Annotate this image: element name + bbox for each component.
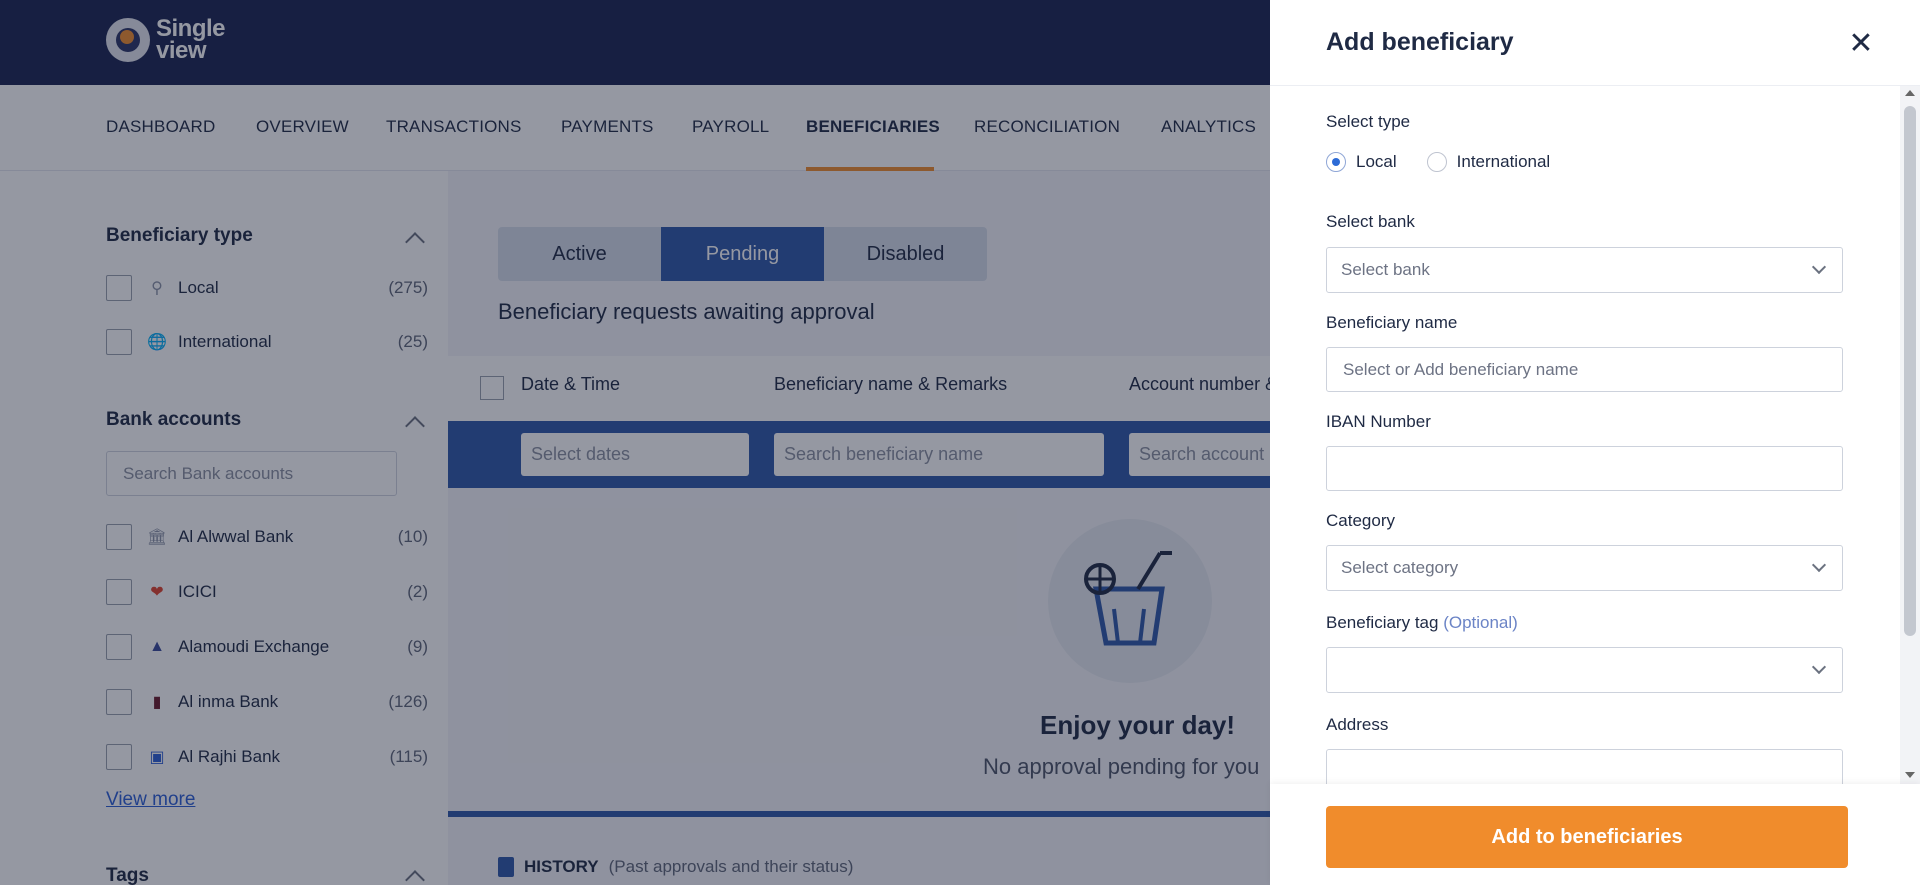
- select-bank-dropdown[interactable]: Select bank: [1326, 247, 1843, 293]
- beneficiary-tag-label: Beneficiary tag (Optional): [1326, 613, 1518, 633]
- tag-label-text: Beneficiary tag: [1326, 613, 1439, 632]
- select-bank-placeholder: Select bank: [1341, 260, 1430, 279]
- beneficiary-name-input[interactable]: Select or Add beneficiary name: [1326, 347, 1843, 392]
- add-beneficiary-drawer: Add beneficiary ✕ Select type Local Inte…: [1270, 0, 1920, 885]
- select-type-label: Select type: [1326, 112, 1411, 131]
- drawer-scrollbar[interactable]: [1900, 86, 1920, 784]
- beneficiary-name-label: Beneficiary name: [1326, 313, 1458, 332]
- chevron-down-icon: [1811, 259, 1827, 275]
- drawer-footer: Add to beneficiaries: [1270, 784, 1920, 885]
- category-placeholder: Select category: [1341, 558, 1459, 577]
- iban-label: IBAN Number: [1326, 412, 1431, 431]
- radio-international-label[interactable]: International: [1457, 152, 1551, 172]
- chevron-down-icon: [1811, 557, 1827, 573]
- chevron-down-icon: [1811, 659, 1827, 675]
- drawer-header: Add beneficiary ✕: [1270, 0, 1920, 86]
- scroll-down-arrow-icon[interactable]: [1905, 772, 1915, 778]
- radio-international[interactable]: [1426, 152, 1447, 172]
- add-to-beneficiaries-button[interactable]: Add to beneficiaries: [1326, 806, 1848, 868]
- radio-local-label[interactable]: Local: [1356, 152, 1397, 172]
- select-bank-label: Select bank: [1326, 212, 1415, 231]
- category-dropdown[interactable]: Select category: [1326, 545, 1843, 591]
- modal-backdrop[interactable]: [0, 0, 1270, 885]
- close-icon[interactable]: ✕: [1846, 27, 1876, 60]
- type-radio-group: Local International: [1326, 152, 1580, 172]
- drawer-title: Add beneficiary: [1326, 28, 1514, 56]
- beneficiary-tag-dropdown[interactable]: [1326, 647, 1843, 693]
- scroll-thumb[interactable]: [1904, 106, 1916, 636]
- address-label: Address: [1326, 715, 1389, 734]
- drawer-form: Select type Local International Select b…: [1270, 86, 1900, 784]
- radio-local[interactable]: [1326, 152, 1346, 172]
- iban-input[interactable]: [1326, 446, 1843, 491]
- scroll-up-arrow-icon[interactable]: [1905, 90, 1915, 96]
- category-label: Category: [1326, 511, 1395, 530]
- optional-hint: (Optional): [1443, 613, 1518, 632]
- address-input[interactable]: [1326, 749, 1843, 784]
- beneficiary-name-placeholder: Select or Add beneficiary name: [1343, 359, 1579, 379]
